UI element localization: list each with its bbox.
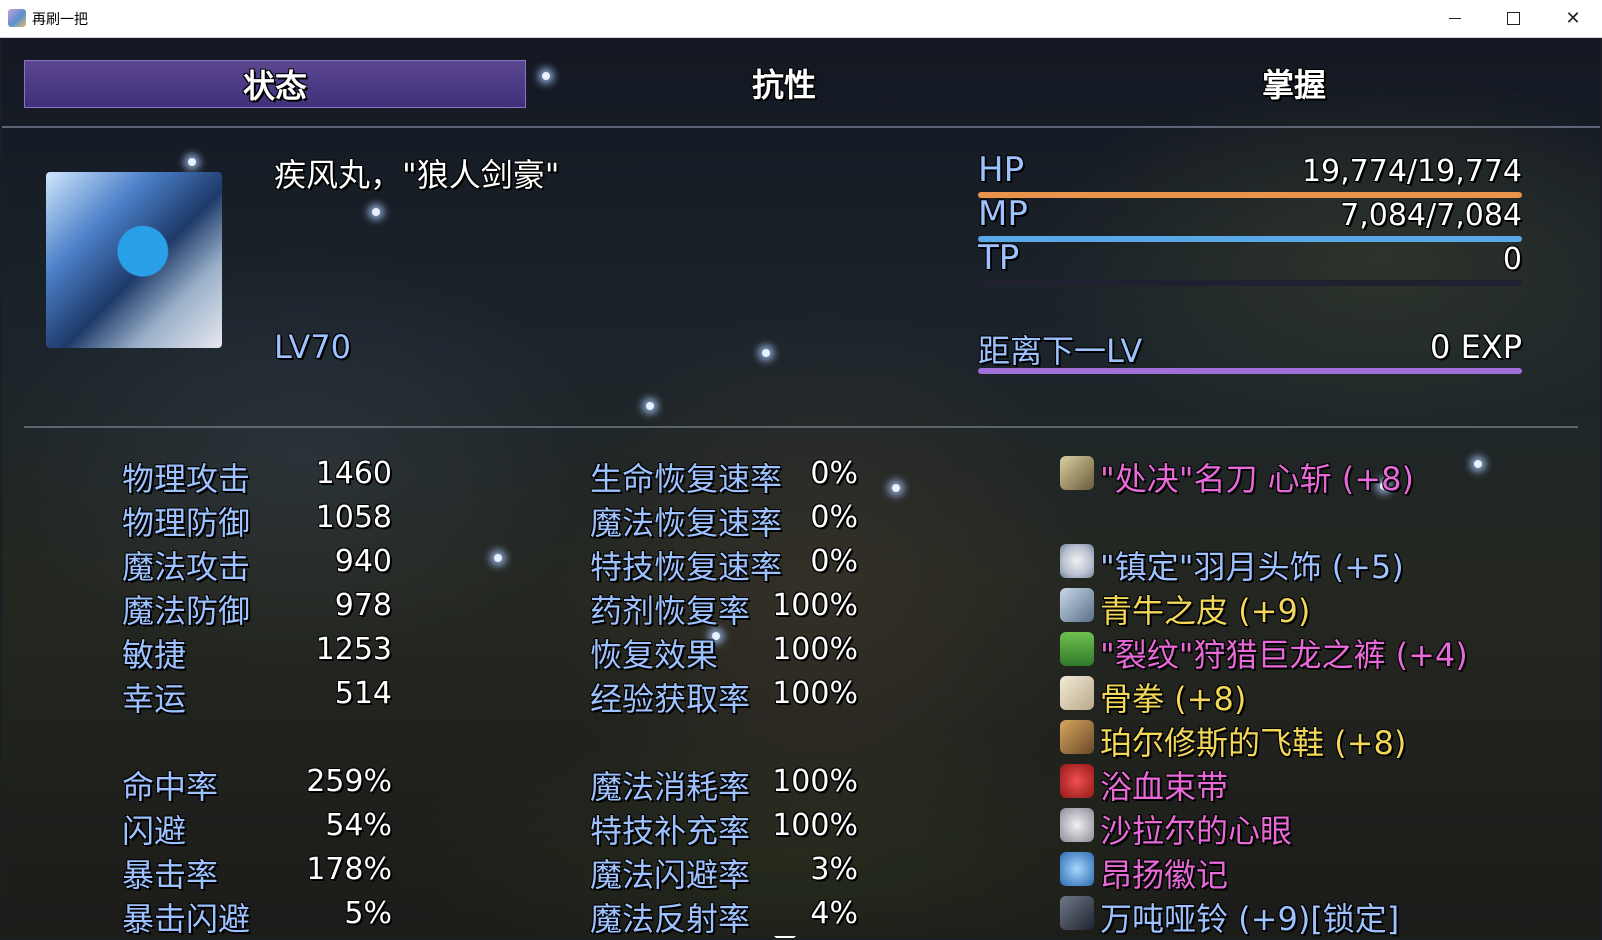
tab-mastery[interactable]: 掌握 xyxy=(1044,60,1544,106)
xparam-label: 暴击率 xyxy=(122,856,219,894)
sparam-value: 100% xyxy=(772,632,858,667)
param-value: 1253 xyxy=(315,632,392,667)
tp-value: 0 xyxy=(1502,242,1522,277)
scroll-down-arrow-icon[interactable] xyxy=(774,936,796,938)
exp-gauge xyxy=(978,368,1522,374)
param-value: 940 xyxy=(334,544,392,579)
hp-value: 19,774/19,774 xyxy=(1301,154,1522,189)
katana-icon xyxy=(1060,456,1094,490)
exp-value: 0 EXP xyxy=(1430,328,1522,366)
minimize-button[interactable] xyxy=(1432,0,1478,37)
tab-status[interactable]: 状态 xyxy=(24,60,526,108)
equipment-item[interactable]: 珀尔修斯的飞鞋 (+8) xyxy=(1100,718,1406,764)
param-label: 物理防御 xyxy=(122,504,251,542)
xparam-label: 闪避 xyxy=(122,812,187,850)
window-title: 再刷一把 xyxy=(32,12,88,28)
param-label: 魔法防御 xyxy=(122,592,251,630)
param-label: 物理攻击 xyxy=(122,460,251,498)
mp-label: MP xyxy=(978,194,1028,234)
section-divider xyxy=(24,426,1578,428)
actor-portrait xyxy=(46,172,222,348)
equipment-item[interactable]: 沙拉尔的心眼 xyxy=(1100,806,1292,852)
equipment-item[interactable]: 青牛之皮 (+9) xyxy=(1100,586,1310,632)
sparam-value: 3% xyxy=(810,852,858,887)
sparam-label: 魔法消耗率 xyxy=(590,768,751,806)
param-label: 魔法攻击 xyxy=(122,548,251,586)
param-value: 1058 xyxy=(315,500,392,535)
sparam-value: 100% xyxy=(772,808,858,843)
winged-boots-icon xyxy=(1060,720,1094,754)
red-sash-icon xyxy=(1060,764,1094,798)
ox-hide-armor-icon xyxy=(1060,588,1094,622)
hp-label: HP xyxy=(978,150,1025,190)
param-label: 幸运 xyxy=(122,680,187,718)
sparam-label: 魔法反射率 xyxy=(590,900,751,938)
sparam-value: 0% xyxy=(810,544,858,579)
actor-name: 疾风丸，"狼人剑豪" xyxy=(274,156,560,194)
maximize-icon xyxy=(1506,12,1520,25)
status-tabs: 状态 抗性 掌握 xyxy=(2,38,1600,128)
maximize-button[interactable] xyxy=(1490,0,1536,37)
sparam-value: 0% xyxy=(810,456,858,491)
equipment-item[interactable]: 万吨哑铃 (+9)[锁定] xyxy=(1100,894,1399,938)
param-label: 敏捷 xyxy=(122,636,187,674)
sparam-label: 魔法闪避率 xyxy=(590,856,751,894)
feather-headdress-icon xyxy=(1060,544,1094,578)
minimize-icon xyxy=(1449,18,1461,19)
sparam-value: 4% xyxy=(810,896,858,931)
xparam-value: 5% xyxy=(344,896,392,931)
blue-badge-icon xyxy=(1060,852,1094,886)
sparam-label: 药剂恢复率 xyxy=(590,592,751,630)
eye-amulet-icon xyxy=(1060,808,1094,842)
exp-label: 距离下一LV xyxy=(978,332,1143,370)
equipment-item[interactable]: "裂纹"狩猎巨龙之裤 (+4) xyxy=(1100,630,1468,676)
tp-label: TP xyxy=(978,238,1020,278)
tp-gauge xyxy=(978,280,1522,286)
equipment-item[interactable]: 骨拳 (+8) xyxy=(1100,674,1246,720)
xparam-label: 命中率 xyxy=(122,768,219,806)
game-screen: 状态 抗性 掌握 疾风丸，"狼人剑豪" LV70 HP 19,774/19,77… xyxy=(2,38,1600,938)
green-pants-icon xyxy=(1060,632,1094,666)
close-icon: ✕ xyxy=(1565,7,1581,29)
param-value: 1460 xyxy=(315,456,392,491)
param-value: 978 xyxy=(334,588,392,623)
equipment-item[interactable]: 昂扬徽记 xyxy=(1100,850,1228,896)
sparam-label: 特技补充率 xyxy=(590,812,751,850)
mp-value: 7,084/7,084 xyxy=(1340,198,1522,233)
equipment-item[interactable]: 浴血束带 xyxy=(1100,762,1228,808)
xparam-value: 54% xyxy=(325,808,392,843)
equipment-item[interactable]: "镇定"羽月头饰 (+5) xyxy=(1100,542,1404,588)
window-titlebar: 再刷一把 ✕ xyxy=(0,0,1602,38)
sparam-label: 恢复效果 xyxy=(590,636,719,674)
sparam-value: 100% xyxy=(772,676,858,711)
game-app-icon xyxy=(8,9,26,27)
sparam-value: 100% xyxy=(772,588,858,623)
xparam-label: 暴击闪避 xyxy=(122,900,251,938)
equipment-item[interactable]: "处决"名刀 心斩 (+8) xyxy=(1100,454,1414,500)
actor-level: LV70 xyxy=(274,328,351,366)
close-button[interactable]: ✕ xyxy=(1550,0,1596,37)
tab-resistance[interactable]: 抗性 xyxy=(534,60,1034,106)
xparam-value: 259% xyxy=(306,764,392,799)
bone-fist-icon xyxy=(1060,676,1094,710)
sparam-value: 100% xyxy=(772,764,858,799)
param-value: 514 xyxy=(334,676,392,711)
xparam-value: 178% xyxy=(306,852,392,887)
sparam-label: 经验获取率 xyxy=(590,680,751,718)
exp-gauge-fill xyxy=(978,368,1522,374)
status-panel: 疾风丸，"狼人剑豪" LV70 HP 19,774/19,774 MP 7,08… xyxy=(2,126,1600,938)
dumbbell-icon xyxy=(1060,896,1094,930)
sparam-value: 0% xyxy=(810,500,858,535)
